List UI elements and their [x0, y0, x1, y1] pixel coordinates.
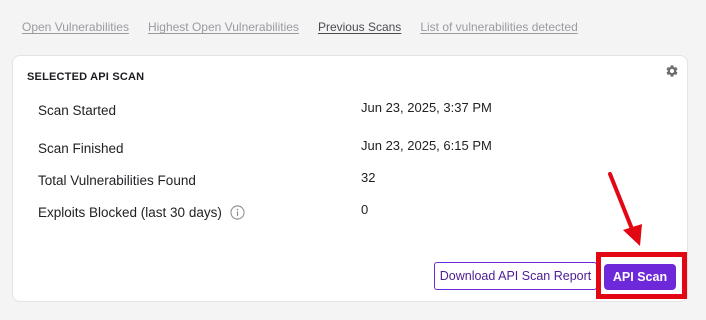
- total-vulnerabilities-value: 32: [361, 170, 376, 185]
- exploits-blocked-value: 0: [361, 202, 369, 217]
- scan-started-label: Scan Started: [38, 103, 117, 118]
- tab-bar: Open Vulnerabilities Highest Open Vulner…: [22, 20, 578, 34]
- download-api-scan-report-button[interactable]: Download API Scan Report: [434, 262, 597, 290]
- total-vulnerabilities-label: Total Vulnerabilities Found: [38, 173, 196, 188]
- tab-previous-scans[interactable]: Previous Scans: [318, 20, 401, 34]
- scan-finished-value: Jun 23, 2025, 6:15 PM: [361, 138, 492, 153]
- tab-highest-open-vulnerabilities[interactable]: Highest Open Vulnerabilities: [148, 20, 299, 34]
- exploits-blocked-label: Exploits Blocked (last 30 days): [38, 205, 222, 220]
- tab-list-of-vulnerabilities[interactable]: List of vulnerabilities detected: [420, 20, 577, 34]
- card-title: SELECTED API SCAN: [27, 71, 145, 83]
- exploits-blocked-row: Exploits Blocked (last 30 days): [38, 205, 245, 220]
- api-scan-button[interactable]: API Scan: [604, 264, 676, 290]
- scan-finished-label: Scan Finished: [38, 141, 124, 156]
- info-icon[interactable]: [230, 205, 245, 220]
- selected-api-scan-card: SELECTED API SCAN Scan Started Jun 23, 2…: [12, 55, 688, 302]
- gear-icon[interactable]: [665, 64, 679, 78]
- scan-started-value: Jun 23, 2025, 3:37 PM: [361, 100, 492, 115]
- tab-open-vulnerabilities[interactable]: Open Vulnerabilities: [22, 20, 129, 34]
